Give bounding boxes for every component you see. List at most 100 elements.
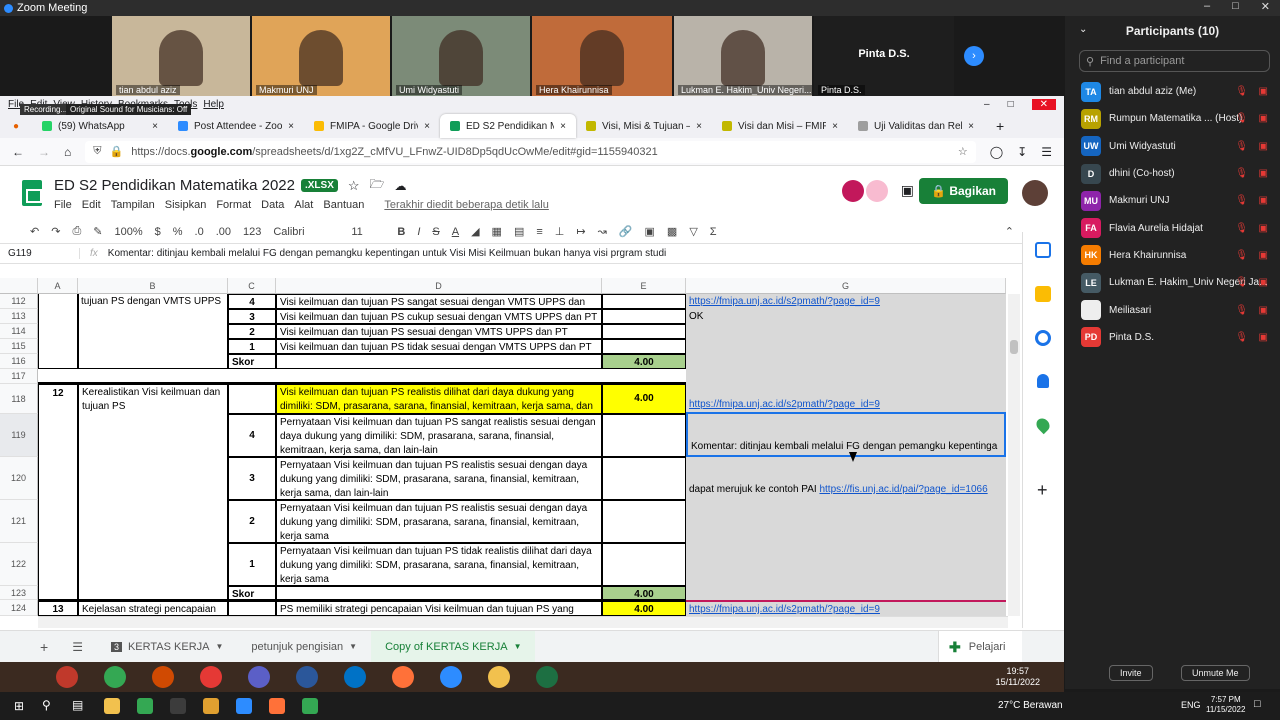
zoom-icon[interactable]	[236, 698, 252, 714]
print-icon[interactable]: ⎙	[72, 225, 81, 238]
cell[interactable]: 4	[228, 294, 276, 309]
all-sheets-icon[interactable]: ☰	[58, 640, 97, 654]
filter-icon[interactable]: ▽	[689, 225, 697, 238]
function-icon[interactable]: Σ	[710, 226, 717, 238]
security-icon[interactable]	[137, 698, 153, 714]
bold-icon[interactable]: B	[397, 226, 405, 238]
sheet-menu-item[interactable]: File	[54, 199, 72, 211]
insert-comment-icon[interactable]: ▣	[645, 225, 655, 238]
invite-button[interactable]: Invite	[1109, 665, 1153, 681]
collapse-toolbar-icon[interactable]: ⌃	[1005, 225, 1014, 238]
row-header[interactable]: 117	[0, 369, 38, 384]
rotate-icon[interactable]: ↝	[598, 225, 607, 238]
row-header[interactable]: 123	[0, 586, 38, 600]
close-icon[interactable]: ×	[424, 121, 430, 132]
cell[interactable]	[602, 294, 686, 309]
zoom-select[interactable]: 100%	[114, 226, 142, 238]
last-edit-link[interactable]: Terakhir diedit beberapa detik lalu	[384, 199, 549, 211]
language-indicator[interactable]: ENG	[1181, 700, 1201, 710]
sheet-tab[interactable]: 3 KERTAS KERJA ▼	[97, 631, 237, 663]
row-header[interactable]: 120	[0, 457, 38, 500]
collaborator-avatars[interactable]	[842, 180, 888, 202]
cell[interactable]: https://fmipa.unj.ac.id/s2pmath/?page_id…	[686, 384, 1006, 414]
sheet-menu-item[interactable]: Edit	[82, 199, 101, 211]
tasks-icon[interactable]	[1035, 330, 1051, 346]
chart-icon[interactable]: ▩	[667, 225, 677, 238]
cell[interactable]: https://fmipa.unj.ac.id/s2pmath/?page_id…	[686, 294, 1006, 309]
column-header[interactable]: E	[602, 278, 686, 294]
row-header[interactable]: 124	[0, 600, 38, 616]
cell[interactable]	[602, 500, 686, 543]
participant-row[interactable]: Ddhini (Co-host) 🎙 ▣	[1065, 160, 1280, 187]
fill-color-icon[interactable]: ◢	[471, 225, 479, 238]
app-icon[interactable]	[56, 666, 78, 688]
empty-row[interactable]	[38, 369, 686, 384]
participant-row[interactable]: Meiliasari 🎙 ▣	[1065, 296, 1280, 323]
link-icon[interactable]: 🔗	[619, 225, 633, 238]
sheet-menu-item[interactable]: Alat	[294, 199, 313, 211]
video-tile[interactable]: Makmuri UNJ	[252, 16, 390, 96]
cell[interactable]	[602, 309, 686, 324]
row-header[interactable]: 119	[0, 414, 38, 457]
folder-icon[interactable]	[203, 698, 219, 714]
corner-header[interactable]	[0, 278, 38, 294]
undo-icon[interactable]: ↶	[30, 225, 39, 238]
cell[interactable]	[602, 339, 686, 354]
participant-row[interactable]: RM Rumpun Matematika ... (Host) 🎙 ▣	[1065, 105, 1280, 132]
row-header[interactable]: 115	[0, 339, 38, 354]
minimize-icon[interactable]: –	[1204, 0, 1210, 13]
cell[interactable]	[602, 543, 686, 586]
next-page-icon[interactable]: ›	[964, 46, 984, 66]
spreadsheet-grid[interactable]: A B C D E G 112 113 114 115 116 117 118 119 120 121 122 1…	[0, 278, 1020, 616]
cell[interactable]: 4	[228, 414, 276, 457]
contacts-icon[interactable]	[1037, 374, 1049, 388]
excel-icon[interactable]	[536, 666, 558, 688]
cell[interactable]	[602, 324, 686, 339]
video-tile[interactable]: Lukman E. Hakim_Univ Negeri...	[674, 16, 812, 96]
row-header[interactable]: 113	[0, 309, 38, 324]
menu-item[interactable]: Help	[203, 99, 224, 110]
dropdown-arrow-icon[interactable]: ▼	[215, 642, 223, 651]
powerpoint-icon[interactable]	[152, 666, 174, 688]
browser-tab[interactable]: Post Attendee - Zoom ×	[168, 114, 304, 138]
sheet-menu-item[interactable]: Tampilan	[111, 199, 155, 211]
borders-icon[interactable]: ▦	[492, 225, 502, 238]
video-tile[interactable]: Pinta D.S. Pinta D.S.	[814, 16, 954, 96]
merge-icon[interactable]: ▤	[514, 225, 524, 238]
star-icon[interactable]: ☆	[348, 178, 360, 194]
cell[interactable]: 4.00	[602, 384, 686, 414]
search-icon[interactable]: ⚲	[42, 698, 51, 712]
column-header[interactable]: G	[686, 278, 1006, 294]
store-icon[interactable]	[170, 698, 186, 714]
font-size-select[interactable]: 11	[351, 226, 385, 238]
unmute-button[interactable]: Unmute Me	[1181, 665, 1250, 681]
cell[interactable]: 4.00	[602, 354, 686, 369]
merged-cell[interactable]	[38, 294, 78, 369]
teams-icon[interactable]	[248, 666, 270, 688]
firefox-view-icon[interactable]: ●	[0, 114, 32, 138]
forward-icon[interactable]: →	[38, 145, 50, 159]
row-header[interactable]: 112	[0, 294, 38, 309]
column-header[interactable]: B	[78, 278, 228, 294]
cell[interactable]	[602, 414, 686, 457]
task-view-icon[interactable]: ▤	[72, 698, 83, 712]
cell[interactable]: 4.00	[602, 586, 686, 600]
currency-icon[interactable]: $	[155, 226, 161, 238]
pocket-icon[interactable]: ◯	[990, 145, 1003, 159]
cell[interactable]	[602, 457, 686, 500]
participant-row[interactable]: FA Flavia Aurelia Hidajat 🎙 ▣	[1065, 214, 1280, 241]
firefox-icon[interactable]	[392, 666, 414, 688]
cell[interactable]: Skor	[228, 586, 276, 600]
browser-tab[interactable]: (59) WhatsApp ×	[32, 114, 168, 138]
browser-tab[interactable]: Visi dan Misi – FMIPA U ×	[712, 114, 848, 138]
move-folder-icon[interactable]: 🗁	[370, 175, 385, 196]
cell[interactable]: Visi keilmuan dan tujuan PS realistis di…	[276, 384, 602, 414]
participant-row[interactable]: UW Umi Widyastuti 🎙 ▣	[1065, 133, 1280, 160]
sheet-tab[interactable]: petunjuk pengisian ▼	[237, 631, 371, 663]
chrome-icon[interactable]	[302, 698, 318, 714]
file-explorer-icon[interactable]	[104, 698, 120, 714]
cell[interactable]	[276, 354, 602, 369]
cell[interactable]: Pernyataan Visi keilmuan dan tujuan PS s…	[276, 414, 602, 457]
notification-icon[interactable]: □	[1254, 698, 1261, 710]
column-header[interactable]: A	[38, 278, 78, 294]
